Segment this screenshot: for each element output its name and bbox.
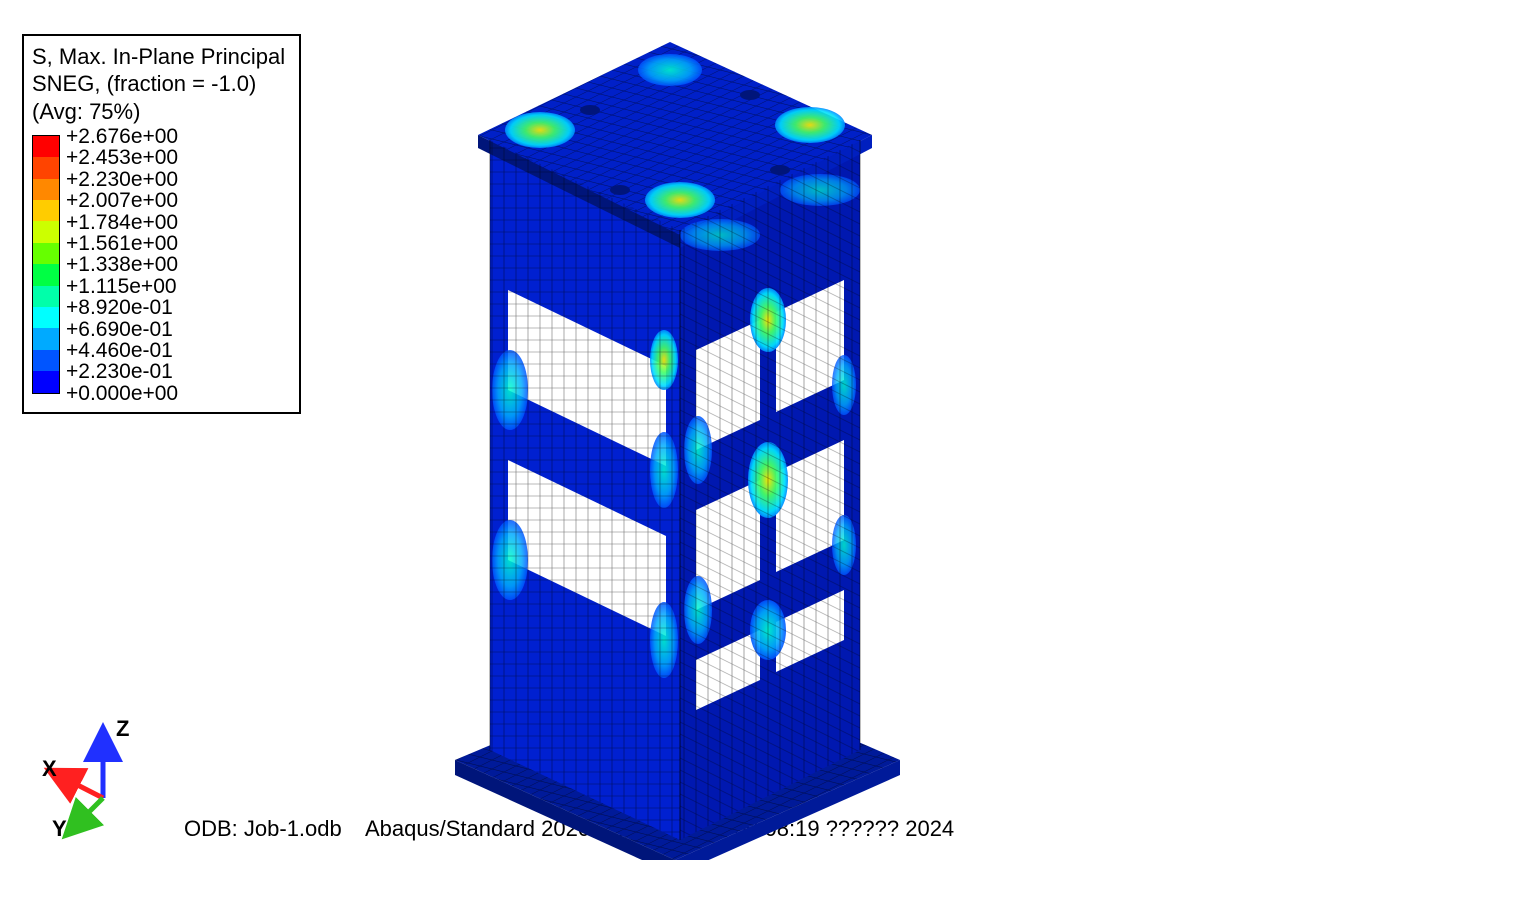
legend-tick: +8.920e-01 xyxy=(66,297,178,318)
legend-tick: +2.007e+00 xyxy=(66,190,178,211)
legend-swatch xyxy=(33,136,59,157)
legend-tick: +1.784e+00 xyxy=(66,212,178,233)
legend-tick: +1.338e+00 xyxy=(66,254,178,275)
axis-y-label: Y xyxy=(52,816,67,842)
legend-tick: +2.230e+00 xyxy=(66,169,178,190)
legend-values: +2.676e+00+2.453e+00+2.230e+00+2.007e+00… xyxy=(66,126,178,404)
legend-title-1: S, Max. In-Plane Principal xyxy=(32,44,285,69)
legend-colorbar xyxy=(32,135,60,394)
fea-viewport[interactable] xyxy=(420,40,920,860)
legend-tick: +6.690e-01 xyxy=(66,319,178,340)
legend-swatch xyxy=(33,264,59,285)
legend-swatch xyxy=(33,243,59,264)
axis-z-label: Z xyxy=(116,716,129,742)
legend-swatch xyxy=(33,200,59,221)
legend-swatch xyxy=(33,286,59,307)
legend-tick: +1.115e+00 xyxy=(66,276,178,297)
legend-tick: +4.460e-01 xyxy=(66,340,178,361)
legend-swatch xyxy=(33,307,59,328)
axis-triad[interactable]: Z X Y xyxy=(38,720,158,840)
legend-tick: +2.453e+00 xyxy=(66,147,178,168)
legend-title-3: (Avg: 75%) xyxy=(32,99,285,124)
legend-tick: +2.676e+00 xyxy=(66,126,178,147)
legend-swatch xyxy=(33,221,59,242)
legend-tick: +1.561e+00 xyxy=(66,233,178,254)
legend-title-2: SNEG, (fraction = -1.0) xyxy=(32,71,285,96)
legend-tick: +2.230e-01 xyxy=(66,361,178,382)
legend-swatch xyxy=(33,179,59,200)
legend-swatch xyxy=(33,157,59,178)
legend-swatch xyxy=(33,328,59,349)
legend-swatch xyxy=(33,371,59,392)
legend-tick: +0.000e+00 xyxy=(66,383,178,404)
contour-legend: S, Max. In-Plane Principal SNEG, (fracti… xyxy=(22,34,301,414)
legend-swatch xyxy=(33,350,59,371)
axis-x-label: X xyxy=(42,756,57,782)
